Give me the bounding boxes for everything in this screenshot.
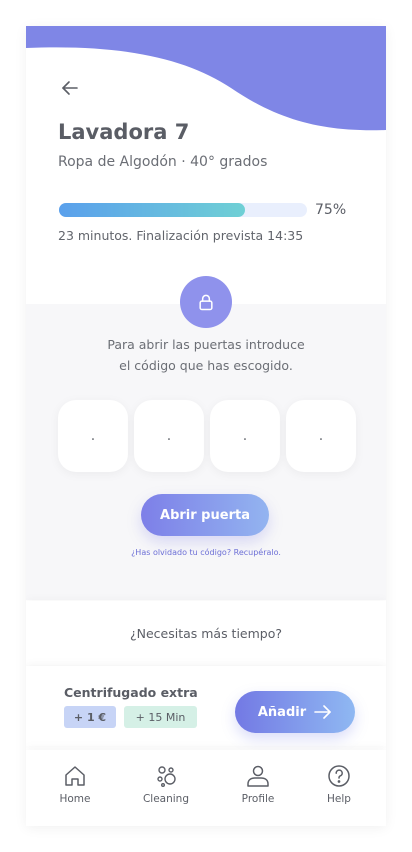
page-subtitle: Ropa de Algodón · 40° grados [58, 154, 268, 170]
profile-icon [247, 765, 269, 787]
nav-item-help[interactable]: Help [304, 764, 374, 805]
extra-option-title: Centrifugado extra [64, 685, 198, 700]
more-time-question: ¿Necesitas más tiempo? [129, 625, 283, 641]
instructions-line-1: Para abrir las puertas introduce [107, 337, 305, 352]
nav-label-profile: Profile [241, 793, 275, 805]
lock-badge [180, 276, 232, 328]
code-digit-3[interactable] [210, 400, 280, 472]
arrow-right-icon [314, 705, 331, 719]
arrow-left-icon [62, 81, 78, 95]
open-door-button[interactable]: Abrir puerta [141, 494, 269, 536]
lock-icon [199, 294, 213, 311]
code-digit-1[interactable] [58, 400, 128, 472]
code-digit-4[interactable] [286, 400, 356, 472]
code-inputs [58, 400, 356, 472]
nav-item-profile[interactable]: Profile [223, 764, 293, 805]
time-badge: + 15 Min [124, 706, 197, 728]
nav-label-help: Help [327, 793, 351, 805]
more-time-section: ¿Necesitas más tiempo? [26, 601, 386, 665]
home-icon [65, 766, 85, 786]
nav-label-home: Home [59, 793, 91, 805]
app-card: Lavadora 7 Ropa de Algodón · 40° grados … [26, 26, 386, 826]
instructions-line-2: el código que has escogido. [119, 358, 293, 373]
progress-status: 23 minutos. Finalización prevista 14:35 [58, 228, 304, 243]
lock-instructions: Para abrir las puertas introduce el códi… [56, 334, 356, 376]
add-button[interactable]: Añadir [235, 691, 355, 733]
progress-percent: 75% [315, 202, 347, 218]
extra-spin-option: Centrifugado extra + 1 € + 15 Min Añadir [26, 666, 386, 746]
add-button-label: Añadir [257, 704, 307, 720]
back-button[interactable] [58, 76, 82, 100]
forgot-code-link[interactable]: ¿Has olvidado tu código? Recupéralo. [26, 548, 386, 557]
help-icon [328, 765, 350, 787]
nav-item-cleaning[interactable]: Cleaning [131, 764, 201, 805]
cleaning-icon [157, 766, 176, 788]
nav-label-cleaning: Cleaning [142, 793, 190, 805]
page-title: Lavadora 7 [58, 120, 190, 144]
nav-item-home[interactable]: Home [40, 764, 110, 805]
code-digit-2[interactable] [134, 400, 204, 472]
progress-fill [59, 203, 245, 217]
progress-bar [59, 203, 307, 217]
price-badge: + 1 € [64, 706, 116, 728]
bottom-nav: Home Cleaning Profile Help [26, 750, 386, 826]
